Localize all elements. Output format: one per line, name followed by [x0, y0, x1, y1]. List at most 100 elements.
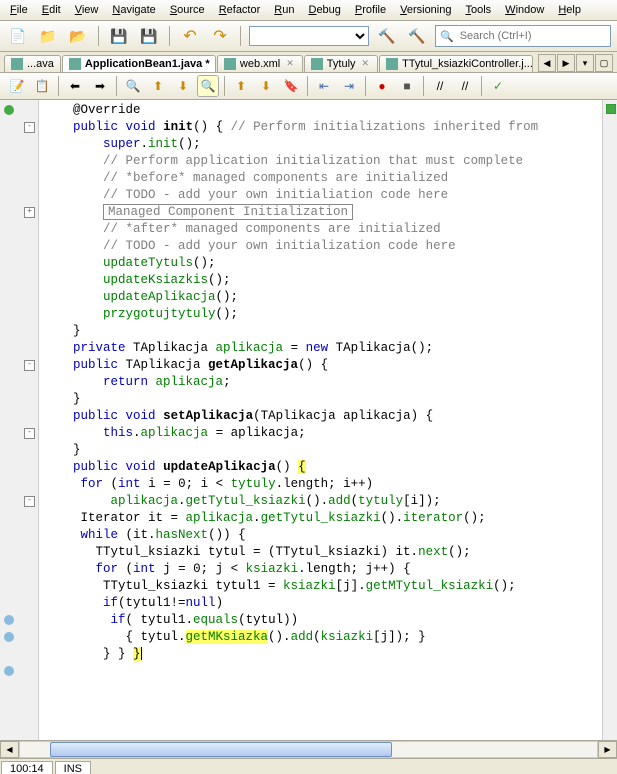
code-line[interactable]: { tytul.getMKsiazka().add(ksiazki[j]); }: [43, 629, 602, 646]
menu-view[interactable]: View: [69, 2, 105, 18]
shift-left-icon[interactable]: ⇤: [313, 75, 335, 97]
tab-maximize-icon[interactable]: ▢: [595, 54, 613, 72]
menu-source[interactable]: Source: [164, 2, 211, 18]
code-line[interactable]: // *before* managed components are initi…: [43, 170, 602, 187]
scroll-right-icon[interactable]: ▶: [598, 741, 617, 758]
code-line[interactable]: public TAplikacja getAplikacja() {: [43, 357, 602, 374]
check-xml-icon[interactable]: ✓: [487, 75, 509, 97]
close-icon[interactable]: ✕: [360, 58, 372, 69]
code-line[interactable]: for (int i = 0; i < tytuly.length; i++): [43, 476, 602, 493]
tab-webxml[interactable]: web.xml✕: [217, 55, 303, 72]
search-input[interactable]: [458, 29, 606, 43]
annotation-icon[interactable]: [4, 105, 14, 115]
find-sel-icon[interactable]: 🔍: [122, 75, 144, 97]
code-line[interactable]: TTytul_ksiazki tytul1 = ksiazki[j].getMT…: [43, 578, 602, 595]
code-line[interactable]: Managed Component Initialization: [43, 204, 602, 221]
fold-icon[interactable]: -: [24, 360, 35, 371]
back-icon[interactable]: ⬅: [64, 75, 86, 97]
insert-mode[interactable]: INS: [55, 761, 91, 774]
code-line[interactable]: if( tytul1.equals(tytul)): [43, 612, 602, 629]
scroll-thumb[interactable]: [50, 742, 392, 757]
menu-debug[interactable]: Debug: [302, 2, 346, 18]
macro-rec-icon[interactable]: ●: [371, 75, 393, 97]
code-line[interactable]: // *after* managed components are initia…: [43, 221, 602, 238]
code-line[interactable]: for (int j = 0; j < ksiazki.length; j++)…: [43, 561, 602, 578]
fold-icon[interactable]: -: [24, 428, 35, 439]
next-bm-icon[interactable]: ⬇: [255, 75, 277, 97]
config-combo[interactable]: [249, 26, 369, 46]
code-line[interactable]: }: [43, 323, 602, 340]
code-line[interactable]: // TODO - add your own initialization co…: [43, 238, 602, 255]
menu-run[interactable]: Run: [268, 2, 300, 18]
menu-refactor[interactable]: Refactor: [213, 2, 267, 18]
code-line[interactable]: // Perform application initialization th…: [43, 153, 602, 170]
code-area[interactable]: @Override public void init() { // Perfor…: [39, 100, 602, 740]
code-line[interactable]: }: [43, 442, 602, 459]
redo-icon[interactable]: ↷: [208, 24, 232, 48]
code-line[interactable]: while (it.hasNext()) {: [43, 527, 602, 544]
scroll-left-icon[interactable]: ◀: [0, 741, 19, 758]
annotation-icon[interactable]: [4, 666, 14, 676]
annotation-icon[interactable]: [4, 632, 14, 642]
tab-list-icon[interactable]: ▾: [576, 54, 594, 72]
source-view-icon[interactable]: 📝: [6, 75, 28, 97]
code-line[interactable]: super.init();: [43, 136, 602, 153]
code-line[interactable]: // TODO - add your own initialiation cod…: [43, 187, 602, 204]
code-line[interactable]: aplikacja.getTytul_ksiazki().add(tytuly[…: [43, 493, 602, 510]
code-line[interactable]: } } }: [43, 646, 602, 663]
undo-icon[interactable]: ↶: [178, 24, 202, 48]
search-box[interactable]: 🔍: [435, 25, 611, 47]
gutter[interactable]: - + - - -: [0, 100, 39, 740]
save-icon[interactable]: 💾: [107, 24, 131, 48]
clean-build-icon[interactable]: 🔨: [405, 24, 429, 48]
fold-icon[interactable]: -: [24, 122, 35, 133]
menu-help[interactable]: Help: [552, 2, 587, 18]
fold-icon[interactable]: -: [24, 496, 35, 507]
tab-scroll-left-icon[interactable]: ◀: [538, 54, 556, 72]
tab-scroll-right-icon[interactable]: ▶: [557, 54, 575, 72]
toggle-bm-icon[interactable]: 🔖: [280, 75, 302, 97]
toggle-hl-icon[interactable]: 🔍: [197, 75, 219, 97]
code-line[interactable]: updateTytuls();: [43, 255, 602, 272]
menu-file[interactable]: File: [4, 2, 34, 18]
shift-right-icon[interactable]: ⇥: [338, 75, 360, 97]
code-line[interactable]: }: [43, 391, 602, 408]
menu-versioning[interactable]: Versioning: [394, 2, 457, 18]
prev-bm-icon[interactable]: ⬆: [230, 75, 252, 97]
comment-icon[interactable]: //: [429, 75, 451, 97]
find-prev-icon[interactable]: ⬆: [147, 75, 169, 97]
close-icon[interactable]: ✕: [214, 58, 216, 69]
forward-icon[interactable]: ➡: [89, 75, 111, 97]
scroll-track[interactable]: [19, 741, 598, 758]
tab-applicationbean1java[interactable]: ApplicationBean1.java *✕: [62, 55, 216, 72]
code-line[interactable]: if(tytul1!=null): [43, 595, 602, 612]
code-line[interactable]: public void setAplikacja(TAplikacja apli…: [43, 408, 602, 425]
fold-icon[interactable]: +: [24, 207, 35, 218]
code-line[interactable]: Iterator it = aplikacja.getTytul_ksiazki…: [43, 510, 602, 527]
save-all-icon[interactable]: 💾: [137, 24, 161, 48]
horizontal-scrollbar[interactable]: ◀ ▶: [0, 740, 617, 758]
code-line[interactable]: return aplikacja;: [43, 374, 602, 391]
code-line[interactable]: updateKsiazkis();: [43, 272, 602, 289]
uncomment-icon[interactable]: //: [454, 75, 476, 97]
code-line[interactable]: TTytul_ksiazki tytul = (TTytul_ksiazki) …: [43, 544, 602, 561]
menu-window[interactable]: Window: [499, 2, 550, 18]
menu-profile[interactable]: Profile: [349, 2, 392, 18]
close-icon[interactable]: ✕: [284, 58, 296, 69]
macro-stop-icon[interactable]: ■: [396, 75, 418, 97]
find-next-icon[interactable]: ⬇: [172, 75, 194, 97]
code-line[interactable]: public void updateAplikacja() {: [43, 459, 602, 476]
code-line[interactable]: @Override: [43, 102, 602, 119]
code-line[interactable]: this.aplikacja = aplikacja;: [43, 425, 602, 442]
menu-navigate[interactable]: Navigate: [106, 2, 161, 18]
code-line[interactable]: przygotujtytuly();: [43, 306, 602, 323]
menu-edit[interactable]: Edit: [36, 2, 67, 18]
error-stripe[interactable]: [602, 100, 617, 740]
history-icon[interactable]: 📋: [31, 75, 53, 97]
code-line[interactable]: public void init() { // Perform initiali…: [43, 119, 602, 136]
open-file-icon[interactable]: 📂: [66, 24, 90, 48]
new-file-icon[interactable]: 📄: [6, 24, 30, 48]
menu-tools[interactable]: Tools: [459, 2, 497, 18]
new-project-icon[interactable]: 📁: [36, 24, 60, 48]
build-icon[interactable]: 🔨: [375, 24, 399, 48]
